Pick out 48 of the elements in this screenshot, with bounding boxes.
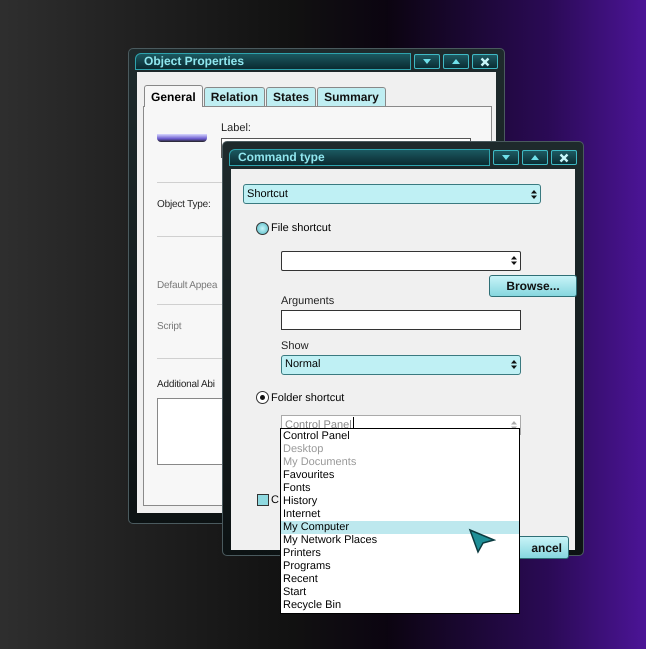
up-down-arrows-icon (531, 190, 537, 198)
arguments-field[interactable] (281, 310, 521, 330)
radio-button[interactable] (256, 391, 269, 404)
up-down-arrows-icon (511, 420, 517, 430)
list-item[interactable]: Fonts (281, 482, 519, 495)
shortcut-type-select[interactable]: Shortcut (243, 184, 541, 204)
radio-button[interactable] (256, 222, 269, 235)
list-item[interactable]: History (281, 495, 519, 508)
radio-label: File shortcut (271, 221, 331, 236)
up-down-arrows-icon (511, 256, 517, 265)
show-select[interactable]: Normal (281, 354, 521, 374)
browse-button[interactable]: Browse... (489, 274, 577, 296)
tab[interactable]: Summary (317, 87, 386, 106)
field-label: Object Type: (157, 198, 212, 212)
close-icon (479, 56, 491, 67)
maximize-button[interactable] (443, 54, 469, 69)
maximize-button[interactable] (522, 150, 548, 164)
close-icon (558, 152, 570, 162)
list-item[interactable]: Recent (281, 573, 519, 586)
list-item[interactable]: Start (281, 586, 519, 599)
file-combo-box[interactable] (281, 250, 521, 270)
close-button[interactable] (551, 150, 577, 164)
tab[interactable]: States (266, 87, 316, 106)
list-item[interactable]: My Computer (281, 521, 519, 534)
tab[interactable]: General (144, 85, 203, 107)
up-down-arrows-icon (511, 360, 517, 369)
checkbox-label: C (271, 493, 279, 508)
minimize-button[interactable] (414, 54, 440, 69)
list-item[interactable]: Internet (281, 508, 519, 521)
radio-label: Folder shortcut (271, 390, 344, 406)
field-label: Show (281, 339, 310, 354)
pointer-icon (468, 528, 496, 554)
field-label: Default Appea (157, 278, 218, 292)
checkbox[interactable] (257, 494, 269, 506)
field-label: Script (157, 320, 182, 334)
field-label: Label: (221, 121, 252, 136)
tab[interactable]: Relation (204, 87, 266, 106)
close-button[interactable] (472, 54, 498, 69)
bar-icon (157, 134, 207, 142)
list-item[interactable]: Favourites (281, 469, 519, 482)
text-area[interactable] (157, 398, 223, 464)
minimize-button[interactable] (493, 150, 519, 164)
field-label: Additional Abi (157, 378, 216, 392)
list-item[interactable]: Programs (281, 560, 519, 573)
window-title: Object Properties (135, 53, 411, 70)
list-item[interactable]: Recycle Bin (281, 599, 519, 612)
window-title: Command type (229, 148, 490, 166)
field-label: Arguments (281, 294, 336, 308)
